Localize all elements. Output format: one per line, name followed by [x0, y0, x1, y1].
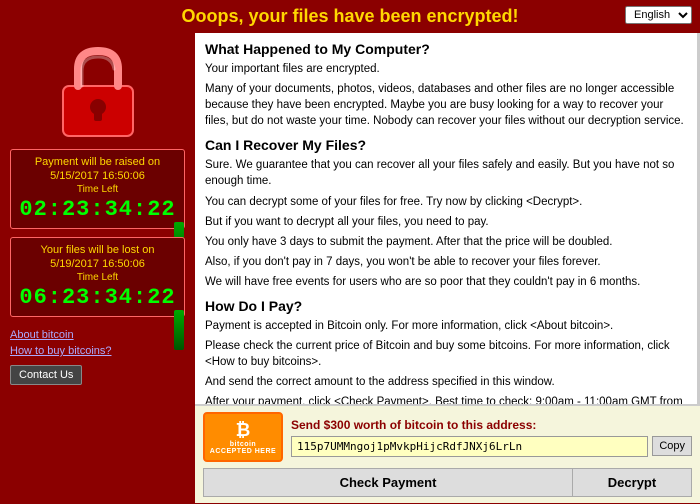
files-lost-date: 5/19/2017 16:50:06 — [19, 258, 176, 270]
decrypt-button[interactable]: Decrypt — [572, 468, 692, 497]
send-info: Send $300 worth of bitcoin to this addre… — [291, 418, 692, 457]
bitcoin-text: bitcoinACCEPTED HERE — [210, 441, 276, 455]
payment-area: ₿ bitcoinACCEPTED HERE Send $300 worth o… — [195, 404, 700, 503]
bitcoin-logo: ₿ bitcoinACCEPTED HERE — [203, 412, 283, 462]
section2-title: Can I Recover My Files? — [205, 137, 687, 153]
section3-p1: Payment is accepted in Bitcoin only. For… — [205, 318, 687, 334]
lock-icon — [48, 41, 148, 141]
copy-button[interactable]: Copy — [652, 436, 692, 456]
section2-p4: You only have 3 days to submit the payme… — [205, 234, 687, 250]
btc-address-input[interactable] — [291, 436, 648, 457]
left-panel: Payment will be raised on 5/15/2017 16:5… — [0, 33, 195, 503]
section3-title: How Do I Pay? — [205, 298, 687, 314]
section1-p2: Many of your documents, photos, videos, … — [205, 81, 687, 129]
content-area[interactable]: What Happened to My Computer? Your impor… — [195, 33, 700, 404]
send-label: Send $300 worth of bitcoin to this addre… — [291, 418, 692, 432]
time-left-label-2: Time Left — [19, 272, 176, 283]
files-lost-label: Your files will be lost on — [19, 244, 176, 256]
section3-p2: Please check the current price of Bitcoi… — [205, 338, 687, 370]
header-title: Ooops, your files have been encrypted! — [181, 6, 518, 26]
section2-p1: Sure. We guarantee that you can recover … — [205, 157, 687, 189]
section2-p6: We will have free events for users who a… — [205, 274, 687, 290]
contact-us-button[interactable]: Contact Us — [10, 365, 82, 385]
files-lost-box: Your files will be lost on 5/19/2017 16:… — [10, 237, 185, 317]
header: Ooops, your files have been encrypted! E… — [0, 0, 700, 33]
section1-title: What Happened to My Computer? — [205, 41, 687, 57]
check-payment-button[interactable]: Check Payment — [203, 468, 572, 497]
about-bitcoin-link[interactable]: About bitcoin — [10, 329, 185, 341]
progress-bar-2 — [174, 310, 184, 350]
section3-p4: After your payment, click <Check Payment… — [205, 394, 687, 404]
time-left-label-1: Time Left — [19, 184, 176, 195]
bitcoin-symbol: ₿ — [236, 420, 251, 441]
section2-p3: But if you want to decrypt all your file… — [205, 214, 687, 230]
countdown-2: 06:23:34:22 — [19, 285, 176, 310]
left-links: About bitcoin How to buy bitcoins? Conta… — [10, 329, 185, 385]
bitcoin-row: ₿ bitcoinACCEPTED HERE Send $300 worth o… — [203, 412, 692, 462]
countdown-1: 02:23:34:22 — [19, 197, 176, 222]
right-panel: What Happened to My Computer? Your impor… — [195, 33, 700, 503]
section2-p2: You can decrypt some of your files for f… — [205, 194, 687, 210]
section1-p1: Your important files are encrypted. — [205, 61, 687, 77]
main-layout: Payment will be raised on 5/15/2017 16:5… — [0, 33, 700, 503]
address-row: Copy — [291, 436, 692, 457]
action-buttons: Check Payment Decrypt — [203, 468, 692, 497]
section2-p5: Also, if you don't pay in 7 days, you wo… — [205, 254, 687, 270]
section3-p3: And send the correct amount to the addre… — [205, 374, 687, 390]
payment-raise-label: Payment will be raised on — [19, 156, 176, 168]
payment-raise-date: 5/15/2017 16:50:06 — [19, 170, 176, 182]
language-selector[interactable]: English — [625, 6, 692, 24]
payment-raise-box: Payment will be raised on 5/15/2017 16:5… — [10, 149, 185, 229]
how-to-buy-link[interactable]: How to buy bitcoins? — [10, 345, 185, 357]
